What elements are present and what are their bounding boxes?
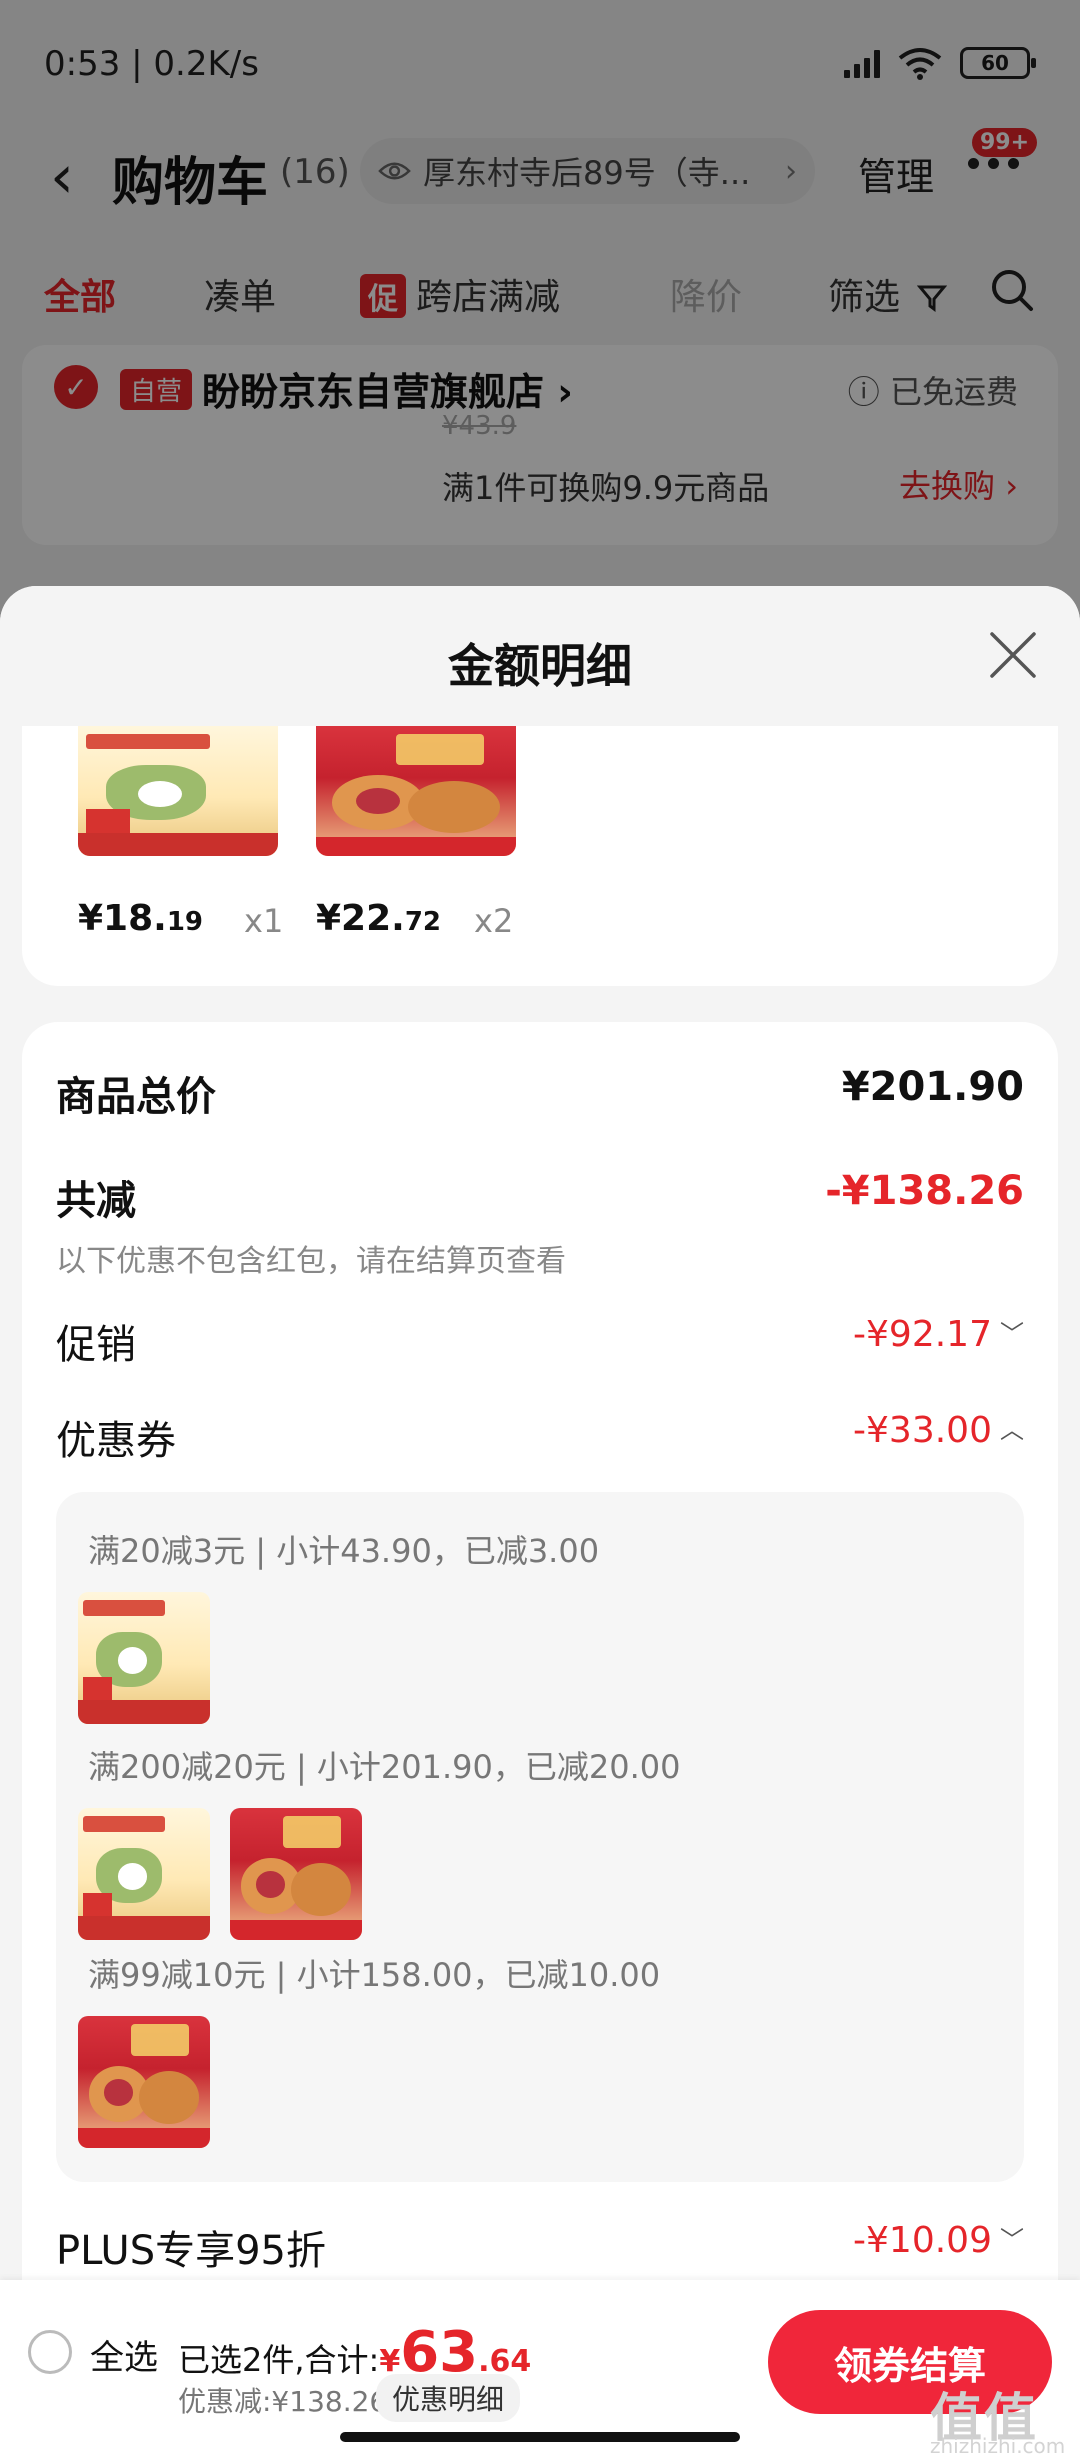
dim-overlay[interactable] bbox=[0, 0, 1080, 640]
coupon-breakdown: 满20减3元 | 小计43.90，已减3.00 满200减20元 | 小计201… bbox=[56, 1492, 1024, 2182]
promo-row-toggle[interactable]: -¥92.17 ﹀ bbox=[853, 1314, 1024, 1355]
plus-label: PLUS专享95折 bbox=[56, 2228, 326, 2274]
coupon-rule: 满20减3元 | 小计43.90，已减3.00 bbox=[88, 1532, 600, 1570]
products-card: ¥18.19 x1 ¥22.72 x2 bbox=[22, 726, 1058, 986]
product-qty: x1 bbox=[244, 902, 284, 940]
coupon-product-image bbox=[78, 1808, 210, 1940]
reduce-value: -¥138.26 bbox=[825, 1168, 1024, 1214]
coupon-label: 优惠券 bbox=[56, 1418, 176, 1464]
plus-row-toggle[interactable]: -¥10.09 ﹀ bbox=[853, 2220, 1024, 2261]
total-label: 商品总价 bbox=[56, 1074, 216, 1120]
chevron-down-icon: ﹀ bbox=[1000, 1320, 1024, 1348]
home-indicator[interactable] bbox=[340, 2432, 740, 2442]
chevron-up-icon: ︿ bbox=[1000, 1416, 1024, 1444]
coupon-rule: 满200减20元 | 小计201.90，已减20.00 bbox=[88, 1748, 681, 1786]
product-price: ¥18.19 bbox=[78, 898, 203, 939]
plus-value: -¥10.09 bbox=[853, 2220, 992, 2261]
select-all-checkbox[interactable] bbox=[28, 2330, 72, 2374]
product-price-dec: 19 bbox=[166, 907, 204, 937]
product-price-int: ¥18. bbox=[78, 898, 167, 939]
coupon-product-image bbox=[230, 1808, 362, 1940]
product-image[interactable] bbox=[316, 726, 516, 856]
product-qty: x2 bbox=[474, 902, 514, 940]
product-price-dec: 72 bbox=[404, 907, 442, 937]
coupon-rule: 满99减10元 | 小计158.00，已减10.00 bbox=[88, 1956, 661, 1994]
sheet-header: 金额明细 bbox=[0, 586, 1080, 726]
chevron-down-icon: ﹀ bbox=[1000, 2226, 1024, 2254]
coupon-product-image bbox=[78, 2016, 210, 2148]
total-value: ¥201.90 bbox=[841, 1064, 1024, 1110]
close-icon[interactable] bbox=[986, 628, 1040, 682]
selected-text: 已选2件,合计: bbox=[178, 2341, 380, 2379]
reduce-label: 共减 bbox=[56, 1178, 136, 1224]
discount-text: 优惠减:¥138.26 bbox=[178, 2385, 388, 2418]
reduce-note: 以下优惠不包含红包，请在结算页查看 bbox=[56, 1244, 566, 1279]
price-detail-card: 商品总价 ¥201.90 共减 -¥138.26 以下优惠不包含红包，请在结算页… bbox=[22, 1022, 1058, 2460]
coupon-row-toggle[interactable]: -¥33.00 ︿ bbox=[853, 1410, 1024, 1451]
product-price: ¥22.72 bbox=[316, 898, 441, 939]
promo-value: -¥92.17 bbox=[853, 1314, 992, 1355]
product-image[interactable] bbox=[78, 726, 278, 856]
select-all-label[interactable]: 全选 bbox=[90, 2330, 158, 2379]
coupon-value: -¥33.00 bbox=[853, 1410, 992, 1451]
amount-detail-sheet: 金额明细 ¥18.19 x1 ¥22.72 x2 商品总价 ¥201.90 共减… bbox=[0, 586, 1080, 2460]
promo-label: 促销 bbox=[56, 1322, 136, 1368]
watermark-url: zhizhizhi.com bbox=[930, 2434, 1066, 2458]
sheet-title: 金额明细 bbox=[448, 639, 632, 693]
coupon-product-image bbox=[78, 1592, 210, 1724]
product-price-int: ¥22. bbox=[316, 898, 405, 939]
discount-detail-button[interactable]: 优惠明细 bbox=[376, 2374, 521, 2422]
